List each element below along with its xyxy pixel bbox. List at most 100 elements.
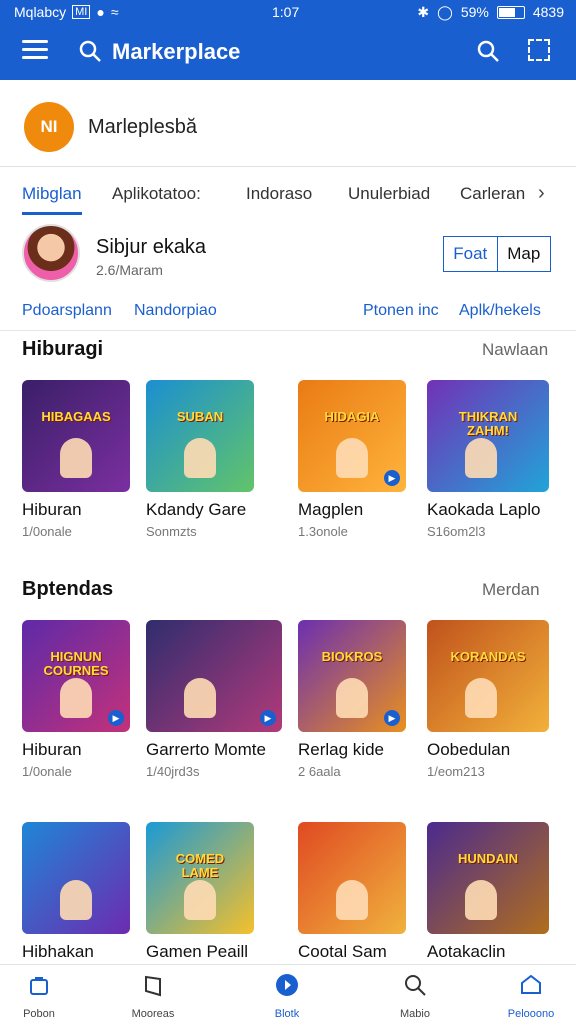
bookmark-icon: [145, 975, 161, 997]
app-card[interactable]: HIDAGIA ▶ Magplen 1.3onole: [298, 380, 406, 539]
thumbnail-art-text: COMED LAME: [175, 851, 225, 880]
app-thumbnail[interactable]: COMED LAME: [146, 822, 254, 934]
thumbnail-art-text: HIGNUN COURNES: [43, 649, 109, 678]
view-toggle-map[interactable]: Map: [497, 236, 551, 272]
thumbnail-art-text: THIKRAN ZAHM!: [458, 409, 518, 438]
app-name: Aotakaclin: [427, 942, 506, 961]
app-thumbnail[interactable]: HIGNUN COURNES ▶: [22, 620, 130, 732]
avatar[interactable]: [22, 224, 80, 282]
bag-icon: [30, 977, 48, 995]
home-icon: [521, 974, 541, 994]
app-thumbnail[interactable]: THIKRAN ZAHM!: [427, 380, 549, 492]
character-image: [336, 678, 368, 718]
nav-label: Mabio: [400, 1008, 430, 1020]
app-card[interactable]: HIGNUN COURNES ▶ Hiburan 1/0onale: [22, 620, 130, 779]
app-name: Oobedulan: [427, 740, 511, 759]
network-tag: MI: [72, 5, 91, 19]
app-name: Kdandy Gare: [146, 500, 247, 519]
search-icon[interactable]: [78, 39, 102, 63]
character-image: [60, 678, 92, 718]
app-card[interactable]: ▶ Garrerto Momte 1/40jrd3s: [146, 620, 282, 779]
app-card[interactable]: HUNDAIN Aotakaclin: [427, 822, 549, 962]
link-4[interactable]: Aplk/hekels: [459, 302, 541, 320]
app-card[interactable]: KORANDAS Oobedulan 1/eom213: [427, 620, 549, 779]
app-card[interactable]: COMED LAME Gamen Peaill: [146, 822, 254, 962]
tab-4[interactable]: Unulerbiad: [348, 184, 430, 204]
app-card[interactable]: THIKRAN ZAHM! Kaokada Laplo S16om2l3: [427, 380, 549, 539]
nav-item[interactable]: Pelooono: [486, 973, 576, 1020]
app-thumbnail[interactable]: [298, 822, 406, 934]
app-thumbnail[interactable]: KORANDAS: [427, 620, 549, 732]
tab-1[interactable]: Mibglan: [22, 184, 82, 204]
clock: 1:07: [272, 4, 300, 20]
nav-item[interactable]: Pobon: [0, 973, 84, 1020]
nav-label: Pelooono: [507, 1008, 555, 1020]
play-icon[interactable]: ▶: [384, 710, 400, 726]
character-image: [465, 438, 497, 478]
app-thumbnail[interactable]: ▶: [146, 620, 282, 732]
nav-item[interactable]: Blotk: [242, 973, 332, 1020]
category-tabs: Mibglan Aplikotatoo: Indoraso Unulerbiad…: [0, 166, 576, 220]
app-card[interactable]: HIBAGAAS Hiburan 1/0onale: [22, 380, 130, 539]
nav-label: Pobon: [23, 1008, 55, 1020]
app-card[interactable]: SUBAN Kdandy Gare Sonmzts: [146, 380, 254, 539]
app-sub: 1/40jrd3s: [146, 764, 200, 779]
app-name: Kaokada Laplo: [427, 500, 541, 519]
tab-2[interactable]: Aplikotatoo:: [112, 184, 201, 204]
thumbnail-art-text: HUNDAIN: [458, 851, 518, 866]
character-image: [60, 438, 92, 478]
menu-icon[interactable]: [22, 40, 48, 62]
app-thumbnail[interactable]: HIBAGAAS: [22, 380, 130, 492]
wifi-icon: ≈: [110, 4, 119, 20]
carrier-label: Mqlabcy: [14, 4, 67, 20]
section-title: Hiburagi: [22, 338, 104, 360]
store-logo[interactable]: NI: [24, 102, 74, 152]
battery-percent: 59%: [460, 4, 489, 20]
character-image: [336, 438, 368, 478]
section-more-link[interactable]: Nawlaan: [482, 340, 548, 360]
view-toggle-left[interactable]: Foat: [443, 236, 498, 272]
app-name: Magplen: [298, 500, 364, 519]
app-sub: 1.3onole: [298, 524, 348, 539]
quick-links: Pdoarsplann Nandorpiao Ptonen inc Aplk/h…: [0, 296, 576, 331]
app-name: Garrerto Momte: [146, 740, 266, 759]
section-more-link[interactable]: Merdan: [482, 580, 540, 600]
store-name: Marleplesbă: [88, 116, 197, 138]
app-thumbnail[interactable]: BIOKROS ▶: [298, 620, 406, 732]
nav-item[interactable]: Mooreas: [108, 973, 198, 1020]
app-name: Hiburan: [22, 500, 82, 519]
app-name: Hibhakan: [22, 942, 94, 961]
play-icon[interactable]: ▶: [384, 470, 400, 486]
nav-label: Blotk: [274, 1008, 300, 1020]
app-card[interactable]: Hibhakan: [22, 822, 130, 962]
play-icon[interactable]: ▶: [260, 710, 276, 726]
thumbnail-art-text: BIOKROS: [321, 649, 383, 664]
link-1[interactable]: Pdoarsplann: [22, 302, 112, 320]
link-3[interactable]: Ptonen inc: [363, 302, 439, 320]
play-icon[interactable]: ▶: [108, 710, 124, 726]
thumbnail-art-text: HIDAGIA: [324, 409, 380, 424]
nav-item[interactable]: Mabio: [370, 973, 460, 1020]
app-thumbnail[interactable]: HUNDAIN: [427, 822, 549, 934]
tab-3[interactable]: Indoraso: [246, 184, 312, 204]
app-card[interactable]: BIOKROS ▶ Rerlag kide 2 6aala: [298, 620, 406, 779]
scan-icon[interactable]: [528, 39, 550, 61]
app-thumbnail[interactable]: [22, 822, 130, 934]
character-image: [336, 880, 368, 920]
thumbnail-art-text: HIBAGAAS: [41, 409, 111, 424]
thumbnail-art-text: SUBAN: [176, 409, 224, 424]
app-thumbnail[interactable]: HIDAGIA ▶: [298, 380, 406, 492]
app-thumbnail[interactable]: SUBAN: [146, 380, 254, 492]
app-sub: 2 6aala: [298, 764, 341, 779]
profile-name: Sibjur ekaka: [96, 236, 207, 258]
chevron-right-icon[interactable]: ›: [538, 182, 545, 205]
status-extra: 4839: [532, 4, 564, 20]
tab-5[interactable]: Carleran: [460, 184, 525, 204]
app-card[interactable]: Cootal Sam: [298, 822, 406, 962]
store-header: NI Marleplesbă: [0, 80, 576, 167]
search-icon[interactable]: [476, 39, 500, 63]
link-2[interactable]: Nandorpiao: [134, 302, 217, 320]
store-icon: [276, 974, 298, 996]
section-title: Bptendas: [22, 578, 114, 600]
app-name: Hiburan: [22, 740, 82, 759]
